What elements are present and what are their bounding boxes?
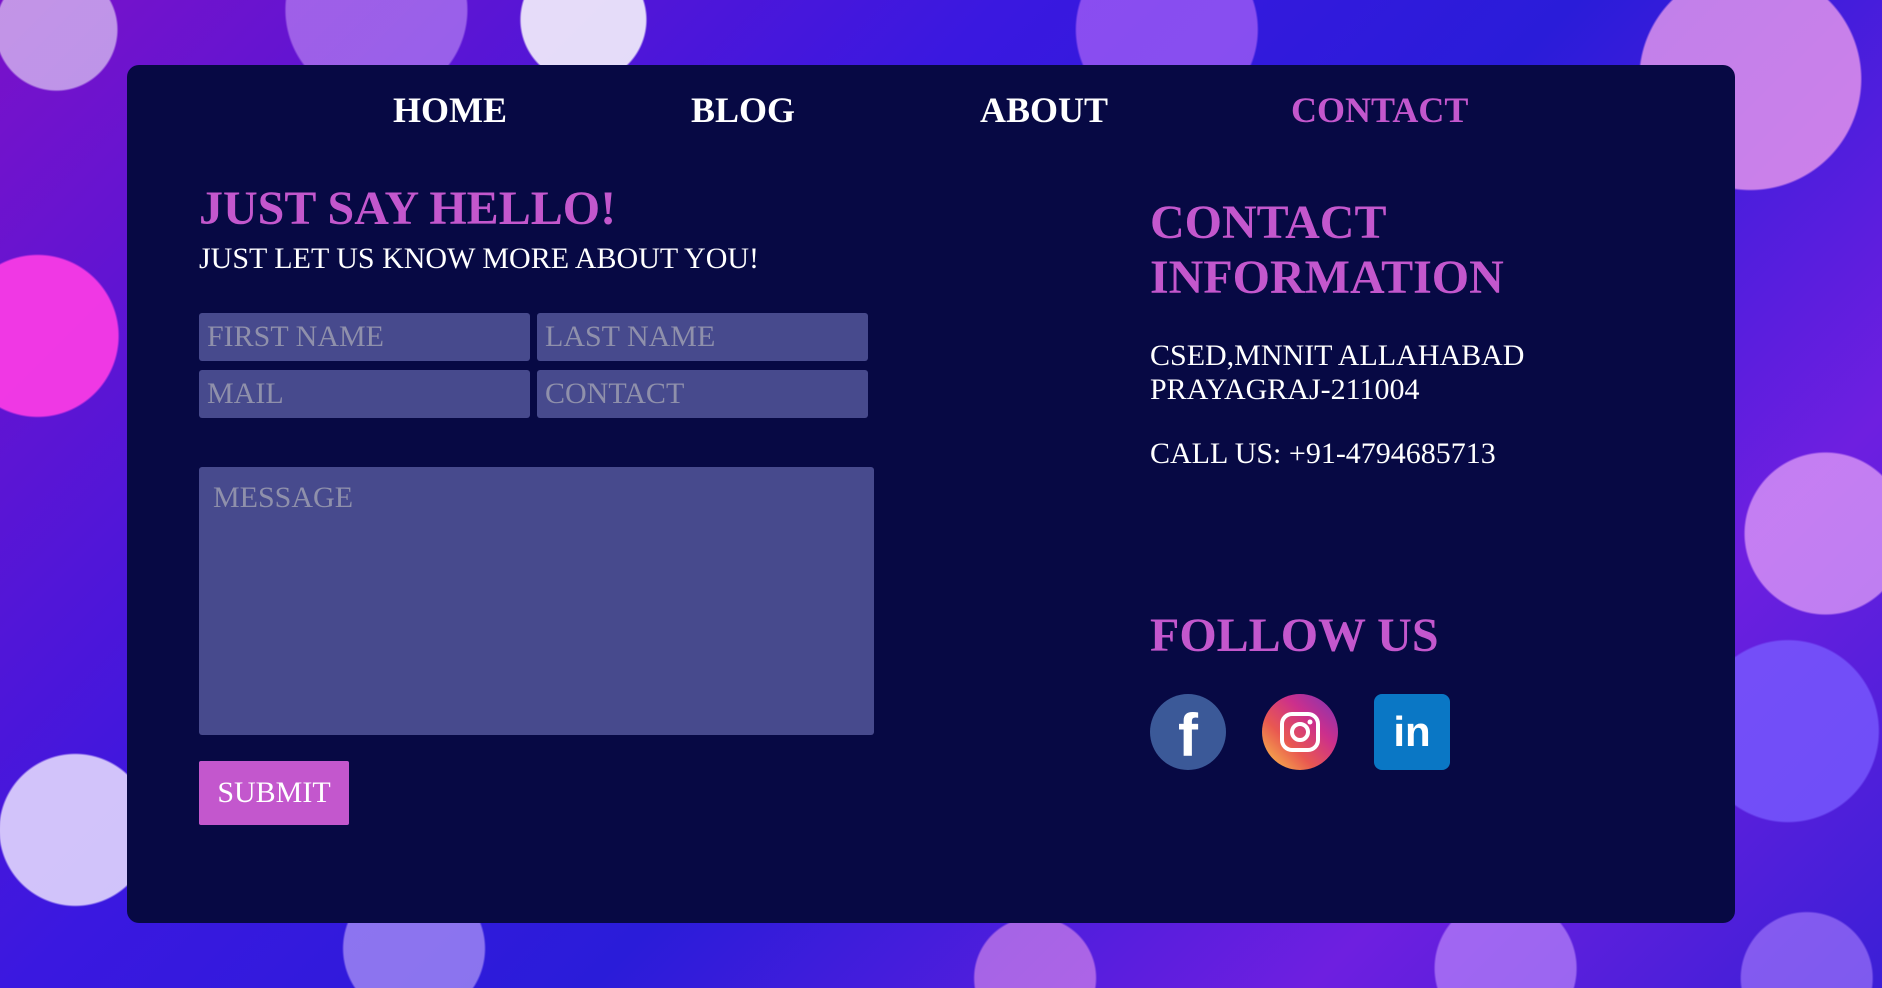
contact-info-title-line1: CONTACT	[1150, 196, 1387, 249]
contact-form-header: JUST SAY HELLO! JUST LET US KNOW MORE AB…	[199, 180, 899, 276]
contact-info-title-line2: INFORMATION	[1150, 251, 1504, 305]
address-line1: CSED,MNNIT ALLAHABAD	[1150, 339, 1525, 373]
mail-input[interactable]	[199, 370, 530, 418]
first-name-input[interactable]	[199, 313, 530, 361]
facebook-icon[interactable]: f	[1150, 694, 1226, 770]
address: CSED,MNNIT ALLAHABAD PRAYAGRAJ-211004	[1150, 339, 1670, 407]
form-subtitle: JUST LET US KNOW MORE ABOUT YOU!	[199, 241, 760, 275]
nav-home-link[interactable]: HOME	[393, 89, 507, 131]
nav-contact-link[interactable]: CONTACT	[1291, 89, 1468, 131]
nav-blog-link[interactable]: BLOG	[691, 89, 795, 131]
social-icons: f in	[1150, 694, 1550, 770]
linkedin-icon[interactable]: in	[1374, 694, 1450, 770]
form-title: JUST SAY HELLO!	[199, 182, 617, 235]
contact-info-title: CONTACT INFORMATION	[1150, 195, 1670, 305]
message-textarea[interactable]	[199, 467, 874, 735]
top-nav: HOME BLOG ABOUT CONTACT	[127, 89, 1735, 149]
follow-us-title: FOLLOW US	[1150, 609, 1439, 662]
contact-information: CONTACT INFORMATION CSED,MNNIT ALLAHABAD…	[1150, 195, 1670, 770]
last-name-input[interactable]	[537, 313, 868, 361]
contact-input[interactable]	[537, 370, 868, 418]
nav-about-link[interactable]: ABOUT	[980, 89, 1108, 131]
address-line2: PRAYAGRAJ-211004	[1150, 373, 1420, 407]
phone-number: CALL US: +91-4794685713	[1150, 437, 1496, 471]
contact-panel: HOME BLOG ABOUT CONTACT JUST SAY HELLO! …	[127, 65, 1735, 923]
submit-button[interactable]: SUBMIT	[199, 761, 349, 825]
instagram-icon[interactable]	[1262, 694, 1338, 770]
